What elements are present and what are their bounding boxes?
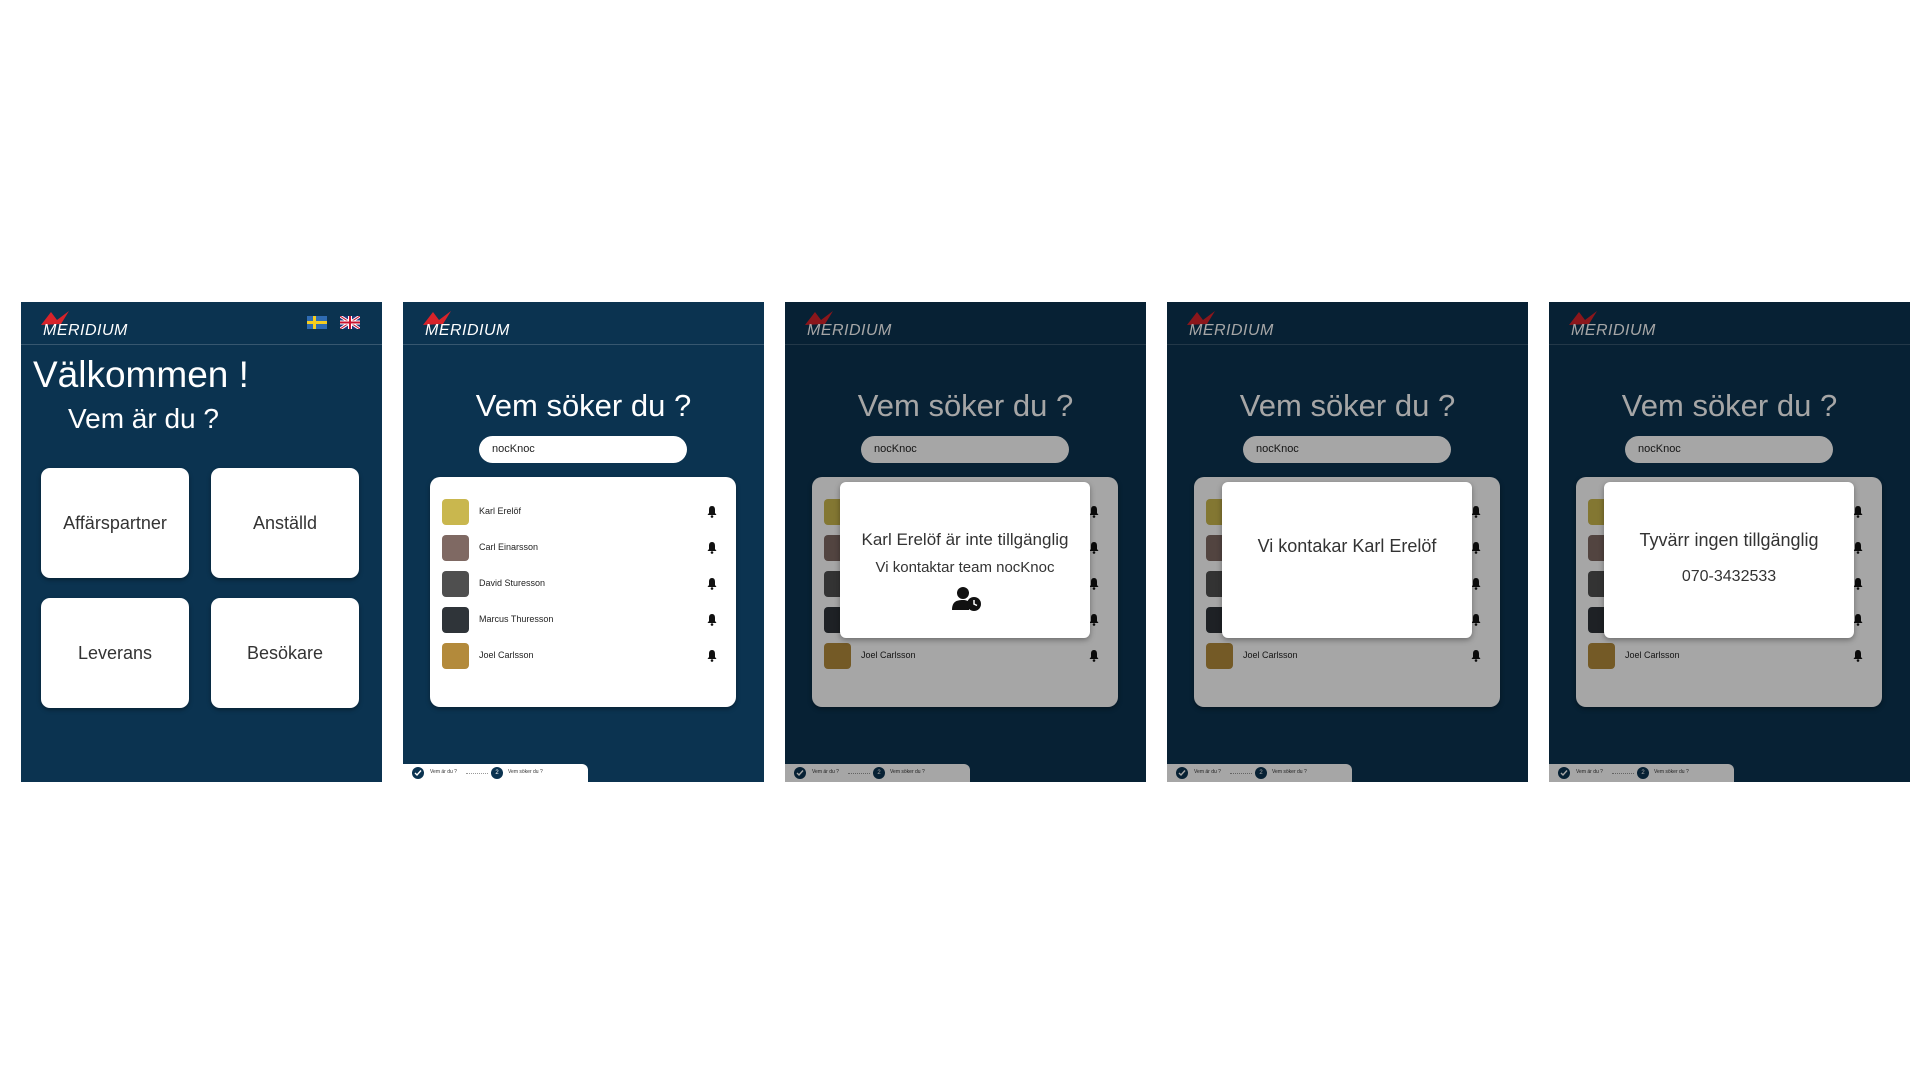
swedish-flag-icon[interactable] — [306, 316, 327, 329]
user-clock-icon — [952, 587, 981, 611]
meridium-logo: MERIDIUM — [421, 310, 533, 339]
unavailable-dialog: Karl Erelöf är inte tillgänglig Vi konta… — [840, 482, 1090, 638]
who-question: Vem är du ? — [68, 403, 219, 434]
screen-welcome: MERIDIUM Välkommen ! Vem är du ? Affärsp… — [21, 302, 382, 782]
meridium-logo: MERIDIUM — [39, 310, 151, 339]
screen-search-contacting: MERIDIUM Vem söker du ? nocKnoc Karl Ere… — [1167, 302, 1528, 782]
bell-icon[interactable] — [706, 649, 718, 662]
role-button-affarspartner[interactable]: Affärspartner — [41, 468, 189, 578]
search-input[interactable]: nocKnoc — [479, 436, 687, 463]
avatar — [442, 535, 469, 561]
progress-indicator: Vem är du ? 2 Vem söker du ? — [403, 764, 588, 782]
role-button-leverans[interactable]: Leverans — [41, 598, 189, 708]
top-bar: MERIDIUM — [403, 302, 764, 345]
bell-icon[interactable] — [706, 505, 718, 518]
list-item[interactable]: Marcus Thuresson — [442, 607, 728, 633]
role-button-anstalld[interactable]: Anställd — [211, 468, 359, 578]
step-number: 2 — [491, 767, 503, 779]
bell-icon[interactable] — [706, 541, 718, 554]
welcome-title: Välkommen ! — [33, 354, 249, 395]
none-available-dialog: Tyvärr ingen tillgänglig 070-3432533 — [1604, 482, 1854, 638]
bell-icon[interactable] — [706, 577, 718, 590]
avatar — [442, 499, 469, 525]
progress-divider — [466, 773, 488, 774]
uk-flag-icon[interactable] — [340, 316, 360, 329]
avatar — [442, 643, 469, 669]
list-item[interactable]: David Sturesson — [442, 571, 728, 597]
avatar — [442, 607, 469, 633]
search-heading: Vem söker du ? — [475, 388, 692, 423]
people-list: Karl Erelöf Carl Einarsson David Sturess… — [430, 477, 736, 707]
avatar — [442, 571, 469, 597]
screen-search: MERIDIUM Vem söker du ? nocKnoc Karl Ere… — [403, 302, 764, 782]
list-item[interactable]: Karl Erelöf — [442, 499, 728, 525]
contacting-dialog: Vi kontakar Karl Erelöf — [1222, 482, 1472, 638]
screen-search-none-available: MERIDIUM Vem söker du ? nocKnoc Karl Ere… — [1549, 302, 1910, 782]
role-button-besokare[interactable]: Besökare — [211, 598, 359, 708]
list-item[interactable]: Carl Einarsson — [442, 535, 728, 561]
screen-search-unavailable: MERIDIUM Vem söker du ? nocKnoc Karl Ere… — [785, 302, 1146, 782]
list-item[interactable]: Joel Carlsson — [442, 643, 728, 669]
bell-icon[interactable] — [706, 613, 718, 626]
check-icon — [412, 767, 424, 779]
top-bar: MERIDIUM — [21, 302, 382, 345]
